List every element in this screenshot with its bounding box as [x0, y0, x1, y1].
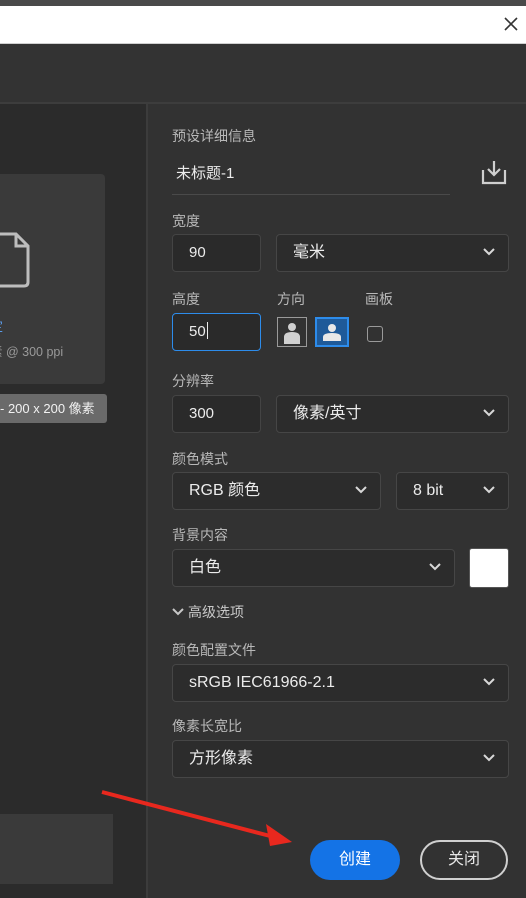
- pixel-aspect-label: 像素长宽比: [172, 718, 242, 734]
- height-input[interactable]: 50: [172, 313, 261, 351]
- width-unit-select[interactable]: 毫米: [276, 234, 509, 272]
- advanced-options-label: 高级选项: [188, 604, 244, 620]
- portrait-orientation-button[interactable]: [277, 317, 307, 347]
- preset-list-pane: 定 素 @ 300 ppi - 200 x 200 像素: [0, 104, 146, 898]
- color-profile-value: sRGB IEC61966-2.1: [189, 674, 335, 691]
- chevron-down-icon: [355, 486, 367, 494]
- orientation-label: 方向: [277, 291, 305, 307]
- chevron-down-icon: [483, 409, 495, 417]
- header-strip: [0, 44, 526, 104]
- height-label: 高度: [172, 291, 200, 307]
- width-label: 宽度: [172, 213, 200, 229]
- chevron-down-icon: [429, 563, 441, 571]
- landscape-orientation-button[interactable]: [315, 317, 349, 347]
- title-bar: [0, 6, 526, 44]
- landscape-icon: [323, 324, 341, 341]
- preset-card[interactable]: 定 素 @ 300 ppi: [0, 174, 105, 384]
- width-input[interactable]: 90: [172, 234, 261, 272]
- create-button[interactable]: 创建: [310, 840, 400, 880]
- color-profile-select[interactable]: sRGB IEC61966-2.1: [172, 664, 509, 702]
- resolution-unit-select[interactable]: 像素/英寸: [276, 395, 509, 433]
- chevron-down-icon: [483, 754, 495, 762]
- artboard-label: 画板: [365, 291, 393, 307]
- close-button[interactable]: 关闭: [420, 840, 508, 880]
- save-preset-icon[interactable]: [480, 158, 508, 186]
- chevron-down-icon: [172, 608, 184, 616]
- background-label: 背景内容: [172, 527, 228, 543]
- color-mode-value: RGB 颜色: [189, 482, 261, 499]
- document-icon: [0, 232, 30, 293]
- section-title: 预设详细信息: [172, 128, 256, 144]
- background-select[interactable]: 白色: [172, 549, 455, 587]
- annotation-arrow-icon: [101, 790, 292, 846]
- color-profile-label: 颜色配置文件: [172, 642, 256, 658]
- preset-name: 定: [0, 316, 3, 335]
- pixel-aspect-value: 方形像素: [189, 750, 254, 767]
- width-unit-value: 毫米: [293, 244, 326, 261]
- color-mode-select[interactable]: RGB 颜色: [172, 472, 381, 510]
- chevron-down-icon: [483, 486, 495, 494]
- resolution-input[interactable]: 300: [172, 395, 261, 433]
- resolution-unit-value: 像素/英寸: [293, 405, 362, 422]
- chevron-down-icon: [483, 678, 495, 686]
- background-color-swatch[interactable]: [469, 548, 509, 588]
- bit-depth-value: 8 bit: [413, 482, 444, 499]
- close-icon[interactable]: [502, 15, 520, 33]
- bit-depth-select[interactable]: 8 bit: [396, 472, 509, 510]
- artboard-checkbox[interactable]: [367, 326, 383, 342]
- pixel-aspect-select[interactable]: 方形像素: [172, 740, 509, 778]
- document-name-field[interactable]: 未标题-1: [172, 159, 450, 195]
- height-value: 50: [189, 323, 206, 340]
- preset-description: 素 @ 300 ppi: [0, 345, 64, 359]
- preset-details-pane: 预设详细信息 未标题-1 宽度 90 毫米 高度 方向 画板 50 分辨率 30…: [148, 104, 526, 898]
- advanced-options-toggle[interactable]: 高级选项: [172, 602, 244, 622]
- portrait-icon: [284, 323, 300, 344]
- text-caret: [206, 322, 208, 339]
- preset-tooltip: - 200 x 200 像素: [0, 394, 107, 423]
- chevron-down-icon: [483, 248, 495, 256]
- color-mode-label: 颜色模式: [172, 451, 228, 467]
- resolution-label: 分辨率: [172, 373, 214, 389]
- background-value: 白色: [189, 559, 222, 576]
